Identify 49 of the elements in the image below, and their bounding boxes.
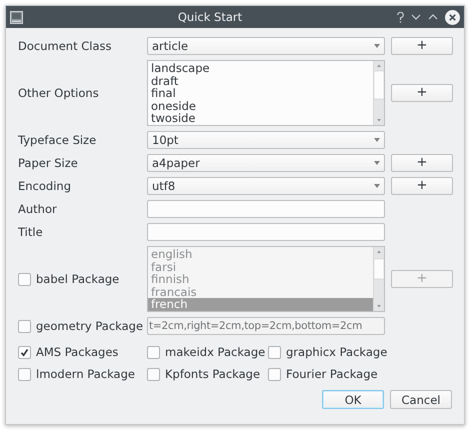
app-icon — [10, 10, 23, 24]
field-label: Other Options — [18, 86, 100, 100]
checkbox-label: geometry Package — [36, 319, 144, 333]
checkbox[interactable] — [18, 368, 31, 380]
field-label: Title — [18, 225, 44, 239]
checkbox-label: makeidx Package — [165, 345, 266, 359]
list-item[interactable]: final — [148, 87, 373, 100]
list-item[interactable]: draft — [148, 74, 373, 87]
text-field[interactable] — [147, 223, 385, 241]
list-item[interactable]: oneside — [148, 100, 373, 112]
field-label: Author — [18, 202, 58, 216]
close-icon[interactable] — [445, 10, 460, 24]
scrollbar[interactable] — [373, 61, 384, 125]
checkbox-label: babel Package — [36, 272, 120, 286]
checkbox[interactable] — [147, 368, 160, 380]
field-label: Encoding — [18, 179, 72, 193]
help-icon[interactable] — [397, 12, 404, 22]
add-button[interactable]: + — [391, 177, 453, 195]
checkbox[interactable] — [147, 346, 160, 358]
caret-icon — [374, 138, 380, 142]
checkbox-label: lmodern Package — [36, 367, 135, 381]
dropdown[interactable]: a4paper — [147, 154, 385, 172]
dropdown[interactable]: article — [147, 37, 385, 55]
add-button[interactable]: + — [391, 84, 453, 102]
dropdown[interactable]: 10pt — [147, 131, 385, 149]
text-field[interactable] — [147, 200, 385, 218]
minimize-icon[interactable] — [411, 14, 421, 20]
checkbox-label: AMS Packages — [36, 345, 118, 359]
add-button[interactable]: + — [391, 154, 453, 172]
maximize-icon[interactable] — [428, 14, 438, 20]
list-item[interactable]: landscape — [148, 62, 373, 74]
caret-icon — [374, 184, 380, 188]
checkbox[interactable] — [268, 346, 281, 358]
window-title: Quick Start — [176, 10, 244, 24]
field-label: Paper Size — [18, 156, 79, 170]
caret-icon — [374, 44, 380, 48]
caret-icon — [374, 161, 380, 165]
ok-button[interactable]: OK — [322, 390, 384, 409]
add-button[interactable]: + — [391, 37, 453, 55]
checkbox-label: graphicx Package — [286, 345, 388, 359]
field-label: Typeface Size — [18, 133, 98, 147]
checkbox[interactable] — [18, 346, 31, 358]
checkbox-label: Kpfonts Package — [165, 367, 260, 381]
checkbox[interactable] — [268, 368, 281, 380]
dropdown[interactable]: utf8 — [147, 177, 385, 195]
field-label: Document Class — [18, 39, 112, 53]
list-item[interactable]: twoside — [148, 112, 373, 124]
cancel-button[interactable]: Cancel — [390, 390, 452, 409]
checkbox-label: Fourier Package — [286, 367, 378, 381]
